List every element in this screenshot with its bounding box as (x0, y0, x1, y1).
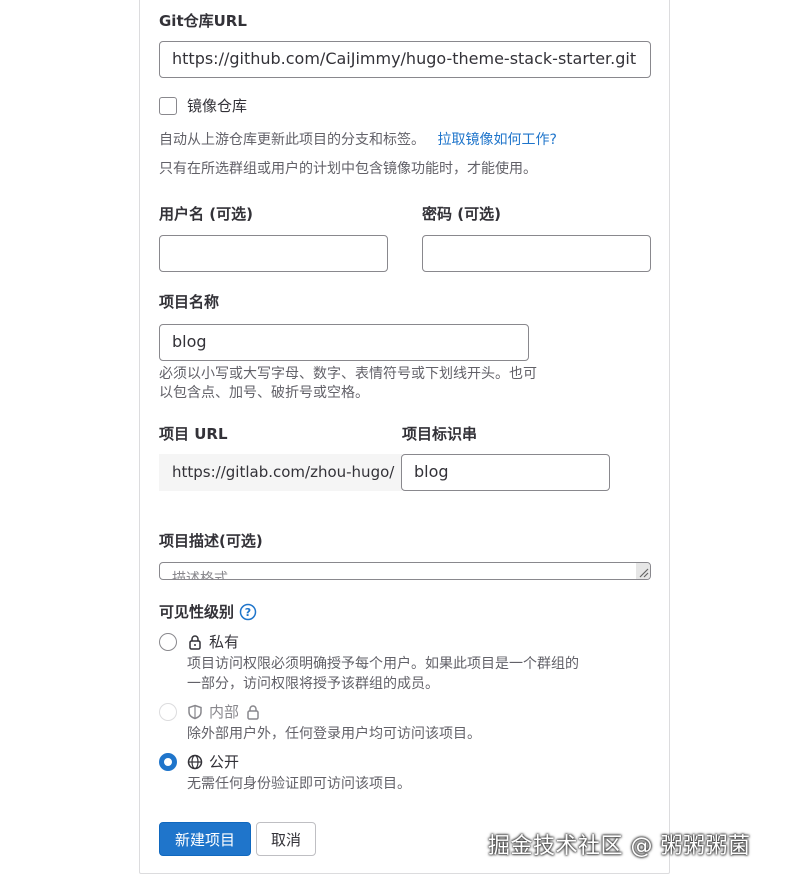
git-repo-url-input[interactable]: https://github.com/CaiJimmy/hugo-theme-s… (159, 41, 651, 78)
svg-text:?: ? (245, 606, 251, 619)
project-description-placeholder: 描述格式 (172, 571, 228, 580)
visibility-heading: 可见性级别 ? (159, 601, 257, 622)
visibility-internal-label: 内部 (187, 701, 261, 722)
visibility-private-desc-line1: 项目访问权限必须明确授予每个用户。如果此项目是一个群组的 (187, 656, 579, 672)
project-description-label: 项目描述(可选) (159, 532, 263, 550)
watermark-text: 掘金技术社区 @ 粥粥粥菌 (488, 834, 751, 859)
project-url-label: 项目 URL (159, 425, 228, 443)
password-label: 密码 (可选) (422, 205, 501, 223)
mirror-help: 自动从上游仓库更新此项目的分支和标签。 拉取镜像如何工作? (159, 129, 557, 151)
project-slug-label: 项目标识串 (402, 425, 478, 443)
visibility-private-desc-line2: 一部分，访问权限将授予该群组的成员。 (187, 676, 439, 692)
visibility-private-radio[interactable] (159, 633, 177, 651)
mirror-help-text2: 只有在所选群组或用户的计划中包含镜像功能时，才能使用。 (159, 161, 537, 177)
textarea-resize-handle[interactable] (636, 563, 650, 579)
visibility-public-label: 公开 (187, 751, 239, 772)
visibility-label: 可见性级别 (159, 603, 235, 621)
shield-icon (187, 704, 203, 720)
lock-icon (245, 704, 261, 720)
project-name-input[interactable]: blog (159, 324, 529, 361)
username-input[interactable] (159, 235, 388, 272)
help-icon[interactable]: ? (239, 603, 257, 621)
mirror-help-text: 自动从上游仓库更新此项目的分支和标签。 (159, 132, 425, 148)
visibility-public-radio[interactable] (159, 753, 177, 771)
project-slug-input[interactable]: blog (401, 454, 610, 491)
visibility-public-desc: 无需任何身份验证即可访问该项目。 (187, 776, 411, 792)
password-input[interactable] (422, 235, 651, 272)
mirror-repo-label: 镜像仓库 (187, 97, 248, 115)
visibility-internal-desc: 除外部用户外，任何登录用户均可访问该项目。 (187, 726, 481, 742)
git-repo-url-label: Git仓库URL (159, 12, 247, 30)
visibility-public-text: 公开 (209, 753, 240, 771)
visibility-private-label: 私有 (187, 631, 239, 652)
lock-icon (187, 634, 203, 650)
username-label: 用户名 (可选) (159, 205, 253, 223)
cancel-button[interactable]: 取消 (256, 822, 316, 856)
create-project-button[interactable]: 新建项目 (159, 822, 251, 856)
project-url-prefix: https://gitlab.com/zhou-hugo/ (159, 454, 402, 491)
mirror-help-link[interactable]: 拉取镜像如何工作? (437, 132, 556, 148)
visibility-private-text: 私有 (209, 633, 240, 651)
globe-icon (187, 754, 203, 770)
project-description-textarea[interactable]: 描述格式 (159, 562, 651, 580)
mirror-repo-checkbox[interactable] (159, 97, 177, 115)
visibility-internal-text: 内部 (209, 703, 240, 721)
project-name-label: 项目名称 (159, 293, 220, 311)
visibility-internal-radio (159, 703, 177, 721)
project-name-help-line2: 以包含点、加号、破折号或空格。 (159, 385, 369, 401)
